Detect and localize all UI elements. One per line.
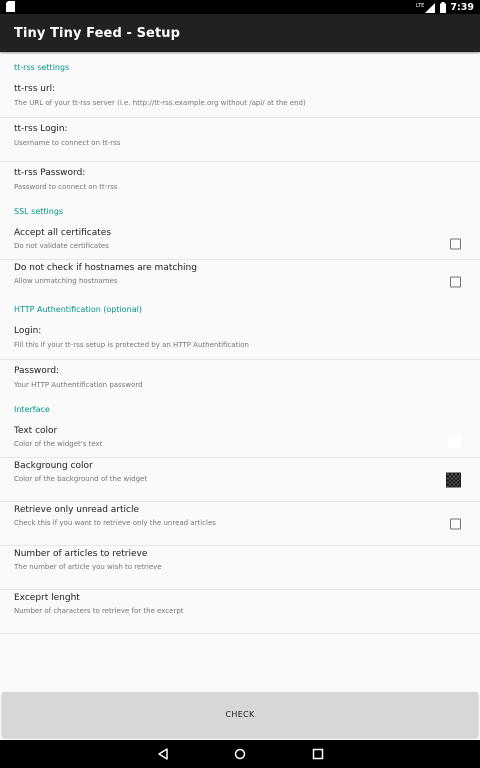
pref-summary: Color of the widget's text: [14, 440, 103, 448]
pref-ttrss-password[interactable]: tt-rss Password: Password to connect on …: [0, 162, 480, 206]
pref-summary: Allow unmatching hostnames: [14, 277, 118, 285]
pref-ttrss-login[interactable]: tt-rss Login: Username to connect on tt-…: [0, 118, 480, 162]
pref-summary: Color of the background of the widget: [14, 475, 148, 483]
category-label: HTTP Authentification (optional): [14, 305, 142, 314]
pref-title: tt-rss Login:: [14, 124, 68, 134]
pref-title: Login:: [14, 326, 42, 336]
pref-summary: Fill this if your tt-rss setup is protec…: [14, 341, 249, 349]
pref-summary: The number of article you wish to retrie…: [14, 563, 162, 571]
pref-hostname-check[interactable]: Do not check if hostnames are matching A…: [0, 260, 480, 304]
pref-title: Retrieve only unread article: [14, 505, 140, 515]
pref-title: tt-rss Password:: [14, 168, 86, 178]
pref-http-login[interactable]: Login: Fill this if your tt-rss setup is…: [0, 326, 480, 360]
pref-summary: Password to connect on tt-rss: [14, 183, 118, 191]
pref-title: Do not check if hostnames are matching: [14, 263, 197, 273]
accept-certificates-checkbox[interactable]: [450, 238, 461, 249]
lte-signal-icon: LTE: [416, 2, 436, 13]
pref-title: Accept all certificates: [14, 228, 112, 238]
category-label: SSL settings: [14, 207, 64, 216]
app-toolbar: Tiny Tiny Feed - Setup: [0, 14, 480, 52]
status-bar: LTE 7:39: [0, 0, 480, 14]
pref-title: Backgroung color: [14, 461, 93, 471]
pref-title: Text color: [14, 426, 58, 436]
category-ssl-settings: SSL settings: [0, 206, 480, 228]
pref-summary: Your HTTP Authentification password: [14, 381, 143, 389]
category-label: tt-rss settings: [14, 63, 70, 72]
category-ttrss-settings: tt-rss settings: [0, 52, 480, 84]
category-label: Interface: [14, 405, 50, 414]
pref-retrieve-unread[interactable]: Retrieve only unread article Check this …: [0, 502, 480, 546]
pref-number-of-articles[interactable]: Number of articles to retrieve The numbe…: [0, 546, 480, 590]
check-button-area: CHECK: [0, 688, 480, 740]
pref-summary: Number of characters to retrieve for the…: [14, 607, 184, 615]
category-interface: Interface: [0, 404, 480, 426]
category-http-auth: HTTP Authentification (optional): [0, 304, 480, 326]
text-color-swatch[interactable]: [448, 435, 461, 448]
pref-excerpt-length[interactable]: Exceprt lenght Number of characters to r…: [0, 590, 480, 634]
navigation-bar: [0, 740, 480, 768]
pref-summary: Do not validate certificates: [14, 242, 109, 250]
pref-accept-all-certificates[interactable]: Accept all certificates Do not validate …: [0, 228, 480, 260]
pref-ttrss-url[interactable]: tt-rss url: The URL of your tt-rss serve…: [0, 84, 480, 118]
svg-text:LTE: LTE: [416, 3, 424, 9]
pref-summary: The URL of your tt-rss server (i.e. http…: [14, 99, 306, 107]
pref-title: Password:: [14, 366, 60, 376]
back-icon[interactable]: [157, 748, 169, 760]
retrieve-unread-checkbox[interactable]: [450, 518, 461, 529]
pref-title: Exceprt lenght: [14, 593, 80, 603]
home-icon[interactable]: [234, 748, 246, 760]
sd-card-icon: [6, 1, 15, 12]
pref-title: tt-rss url:: [14, 84, 56, 94]
background-color-swatch[interactable]: [446, 472, 461, 487]
preference-list[interactable]: tt-rss settings tt-rss url: The URL of y…: [0, 52, 480, 688]
hostname-check-checkbox[interactable]: [450, 276, 461, 288]
pref-text-color[interactable]: Text color Color of the widget's text: [0, 426, 480, 458]
status-time: 7:39: [450, 1, 474, 13]
pref-summary: Username to connect on tt-rss: [14, 139, 121, 147]
pref-http-password[interactable]: Password: Your HTTP Authentification pas…: [0, 360, 480, 404]
recents-icon[interactable]: [312, 748, 324, 760]
pref-title: Number of articles to retrieve: [14, 549, 148, 559]
pref-summary: Check this if you want to retrieve only …: [14, 519, 216, 527]
page-title: Tiny Tiny Feed - Setup: [14, 26, 181, 41]
battery-icon: [440, 1, 447, 13]
check-button[interactable]: CHECK: [2, 692, 478, 737]
pref-background-color[interactable]: Backgroung color Color of the background…: [0, 458, 480, 502]
